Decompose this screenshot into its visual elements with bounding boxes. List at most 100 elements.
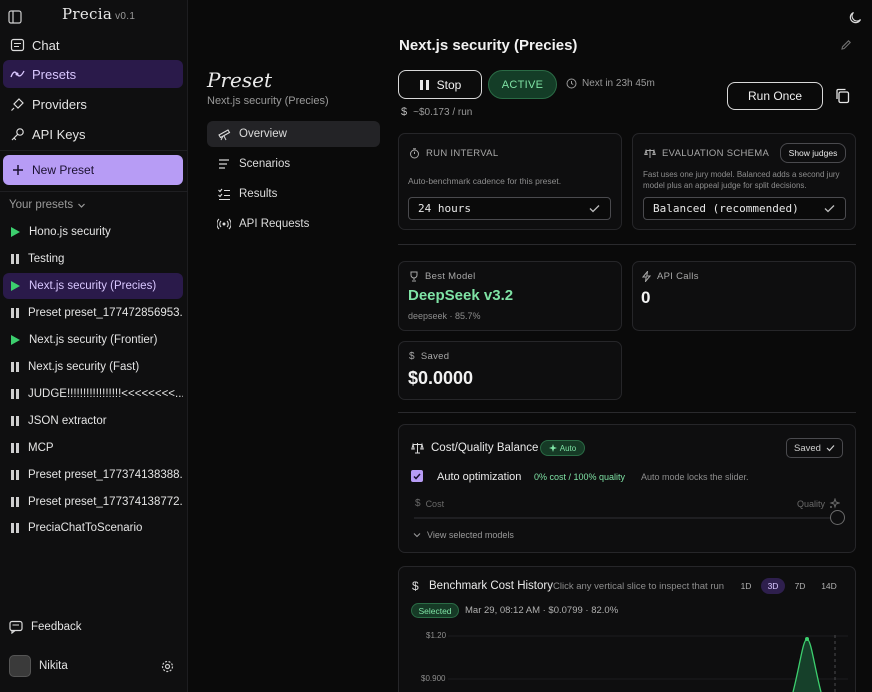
range-7d-button[interactable]: 7D: [790, 578, 810, 594]
view-selected-models-label: View selected models: [427, 530, 514, 540]
feedback-button[interactable]: Feedback: [9, 620, 82, 634]
auto-optimization-ratio: 0% cost / 100% quality: [534, 472, 626, 482]
sidebar-item-label: Providers: [32, 96, 87, 112]
clock-icon: [566, 78, 577, 89]
range-label: 3D: [767, 581, 779, 591]
preset-item[interactable]: Hono.js security: [3, 219, 183, 245]
plus-icon: [13, 165, 23, 175]
tab-results[interactable]: Results: [207, 181, 380, 207]
preset-item[interactable]: Preset preset_177472856953...: [3, 300, 183, 326]
new-preset-label: New Preset: [32, 163, 95, 177]
new-preset-button[interactable]: New Preset: [3, 155, 183, 185]
pause-icon: [11, 389, 19, 399]
chevron-down-icon: [413, 533, 421, 538]
trophy-icon: [410, 271, 418, 282]
sidebar-toggle-icon[interactable]: [8, 10, 22, 24]
auto-optimization-checkbox[interactable]: [411, 470, 423, 482]
list-icon: [219, 159, 229, 169]
cost-quality-slider-handle[interactable]: [830, 510, 845, 525]
scale-icon: [411, 442, 424, 454]
broadcast-icon: [217, 218, 231, 230]
benchmark-history-chart[interactable]: [448, 625, 848, 692]
best-model-sub: deepseek · 85.7%: [408, 311, 481, 321]
best-model-name: DeepSeek v3.2: [408, 287, 514, 304]
run-interval-desc: Auto-benchmark cadence for this preset.: [408, 176, 562, 186]
stopwatch-icon: [410, 148, 419, 159]
range-label: 7D: [794, 581, 806, 591]
preset-label: Next.js security (Precies): [29, 280, 157, 292]
tab-overview[interactable]: Overview: [207, 121, 380, 147]
show-judges-button[interactable]: Show judges: [780, 143, 846, 163]
pause-icon: [11, 308, 19, 318]
tab-api-requests[interactable]: API Requests: [207, 211, 380, 237]
your-presets-toggle[interactable]: Your presets: [9, 199, 86, 211]
preset-item[interactable]: Next.js security (Fast): [3, 354, 183, 380]
run-once-label: Run Once: [747, 89, 803, 103]
key-icon: [9, 126, 25, 142]
sidebar-item-presets[interactable]: Presets: [3, 60, 183, 88]
pause-icon: [11, 497, 19, 507]
user-name: Nikita: [39, 660, 68, 672]
saved-status: Saved: [786, 438, 843, 458]
stop-button[interactable]: Stop: [398, 70, 482, 99]
next-run-text: Next in 23h 45m: [582, 78, 655, 89]
api-calls-value: 0: [641, 288, 651, 307]
saved-status-label: Saved: [794, 442, 821, 454]
data-point[interactable]: [805, 637, 809, 641]
dollar-icon: $: [409, 351, 415, 362]
preset-item[interactable]: JSON extractor: [3, 408, 183, 434]
cost-quality-title: Cost/Quality Balance: [431, 442, 539, 454]
cost-area: [793, 639, 821, 692]
preset-label: Next.js security (Fast): [28, 361, 140, 373]
preset-item[interactable]: Preset preset_177374138772...: [3, 489, 183, 515]
preset-label: Preset preset_177472856953...: [28, 307, 183, 319]
theme-toggle-icon[interactable]: [849, 11, 862, 24]
run-interval-select[interactable]: 24 hours: [408, 197, 611, 220]
sidebar-item-providers[interactable]: Providers: [3, 90, 183, 118]
gear-icon[interactable]: [161, 660, 174, 673]
evaluation-schema-select[interactable]: Balanced (recommended): [643, 197, 846, 220]
auto-badge: Auto: [540, 440, 585, 456]
preset-label: JSON extractor: [28, 415, 107, 427]
preset-label: Preset preset_177374138772...: [28, 496, 183, 508]
view-selected-models-toggle[interactable]: View selected models: [413, 530, 514, 540]
preset-item[interactable]: Preset preset_177374138388...: [3, 462, 183, 488]
tab-scenarios[interactable]: Scenarios: [207, 151, 380, 177]
copy-icon[interactable]: [835, 88, 850, 104]
tab-label: Results: [239, 188, 278, 200]
evaluation-schema-label: EVALUATION SCHEMA: [662, 148, 770, 159]
sidebar-item-label: Presets: [32, 66, 77, 82]
preset-label: JUDGE!!!!!!!!!!!!!!!!!<<<<<<<<...: [28, 388, 183, 400]
sidebar-item-api-keys[interactable]: API Keys: [3, 120, 183, 148]
saved-heading: $ Saved: [409, 351, 449, 362]
sidebar-item-chat[interactable]: Chat: [3, 31, 183, 59]
status-badge: ACTIVE: [488, 70, 557, 99]
play-icon: [11, 227, 20, 237]
preset-item[interactable]: MCP: [3, 435, 183, 461]
chat-icon: [9, 37, 25, 53]
range-3d-button[interactable]: 3D: [761, 578, 785, 594]
tab-label: Scenarios: [239, 158, 291, 170]
user-profile[interactable]: Nikita: [9, 655, 68, 677]
sparkle-icon: [829, 498, 841, 509]
pencil-icon[interactable]: [840, 39, 852, 51]
run-interval-value: 24 hours: [418, 202, 471, 215]
y-tick-label: $1.20: [426, 631, 447, 640]
preset-label: Preset preset_177374138388...: [28, 469, 183, 481]
benchmark-history-hint: Click any vertical slice to inspect that…: [553, 581, 725, 592]
preset-item[interactable]: JUDGE!!!!!!!!!!!!!!!!!<<<<<<<<...: [3, 381, 183, 407]
cost-quality-slider-track: [414, 517, 838, 519]
range-1d-button[interactable]: 1D: [736, 578, 756, 594]
preset-item[interactable]: Next.js security (Frontier): [3, 327, 183, 353]
preset-item[interactable]: PreciaChatToScenario: [3, 515, 183, 541]
y-tick-label: $0.900: [421, 674, 446, 683]
dollar-icon: $: [415, 498, 421, 509]
preset-item[interactable]: Testing: [3, 246, 183, 272]
range-14d-button[interactable]: 14D: [817, 578, 841, 594]
run-once-button[interactable]: Run Once: [727, 82, 823, 110]
sidebar-item-label: API Keys: [32, 126, 86, 142]
preset-label: PreciaChatToScenario: [28, 522, 143, 534]
quality-label: Quality: [797, 498, 826, 509]
preset-item[interactable]: Next.js security (Precies): [3, 273, 183, 299]
saved-label: Saved: [420, 351, 450, 362]
